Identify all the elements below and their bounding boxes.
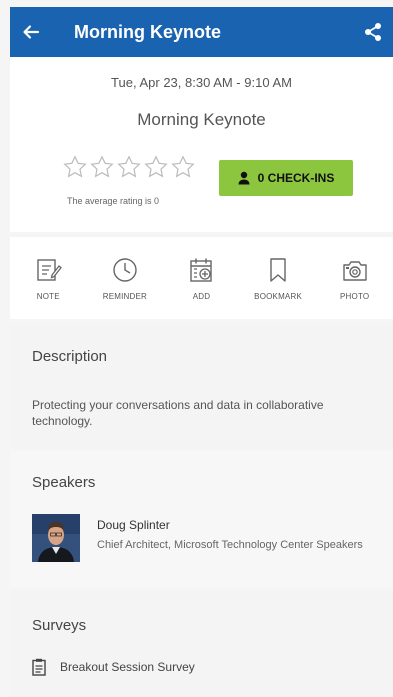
session-header: Tue, Apr 23, 8:30 AM - 9:10 AM Morning K… [10,57,393,232]
share-button[interactable] [353,7,393,57]
speaker-name[interactable]: Doug Splinter [97,518,170,532]
bookmark-icon [270,258,286,282]
reminder-button[interactable]: REMINDER [87,237,164,319]
star-icon[interactable] [62,154,88,180]
add-label: ADD [192,292,211,301]
check-ins-label: 0 CHECK-INS [257,171,335,185]
star-icon[interactable] [89,154,115,180]
speaker-avatar[interactable] [32,514,80,562]
speaker-photo [32,514,80,562]
survey-item[interactable]: Breakout Session Survey [32,658,195,676]
session-title: Morning Keynote [137,110,266,129]
back-button[interactable] [10,7,52,57]
photo-button[interactable]: PHOTO [316,237,393,319]
note-icon [37,259,63,281]
photo-label: PHOTO [340,292,370,301]
bookmark-label: BOOKMARK [254,292,302,301]
clipboard-icon [32,658,46,676]
check-ins-button[interactable]: 0 CHECK-INS [219,160,353,196]
rating-stars[interactable] [62,154,196,180]
star-icon[interactable] [116,154,142,180]
star-icon[interactable] [170,154,196,180]
back-arrow-icon [23,25,40,39]
reminder-label: REMINDER [102,292,148,301]
survey-label: Breakout Session Survey [60,660,195,674]
description-section: Description Protecting your conversation… [10,325,393,448]
camera-icon [342,261,367,281]
note-button[interactable]: NOTE [10,237,87,319]
page-title: Morning Keynote [74,21,221,42]
session-datetime: Tue, Apr 23, 8:30 AM - 9:10 AM [111,75,292,90]
app-bar: Morning Keynote [10,7,393,57]
calendar-add-icon [190,258,213,282]
speaker-role: Chief Architect, Microsoft Technology Ce… [97,539,363,551]
description-heading: Description [32,348,108,365]
add-button[interactable]: ADD [163,237,240,319]
description-text: Protecting your conversations and data i… [32,398,324,428]
bookmark-button[interactable]: BOOKMARK [240,237,317,319]
speakers-section: Speakers Doug Splinter Chief Architect, … [10,451,393,587]
note-label: NOTE [36,292,60,301]
average-rating-text: The average rating is 0 [67,196,160,206]
share-icon [365,23,381,41]
star-icon[interactable] [143,154,169,180]
surveys-heading: Surveys [32,617,87,634]
person-icon [238,171,250,185]
action-bar: NOTE REMINDER ADD BOOKMARK PHOTO [10,237,393,319]
surveys-section: Surveys Breakout Session Survey [10,590,393,697]
clock-icon [113,258,137,282]
speakers-heading: Speakers [32,474,96,491]
